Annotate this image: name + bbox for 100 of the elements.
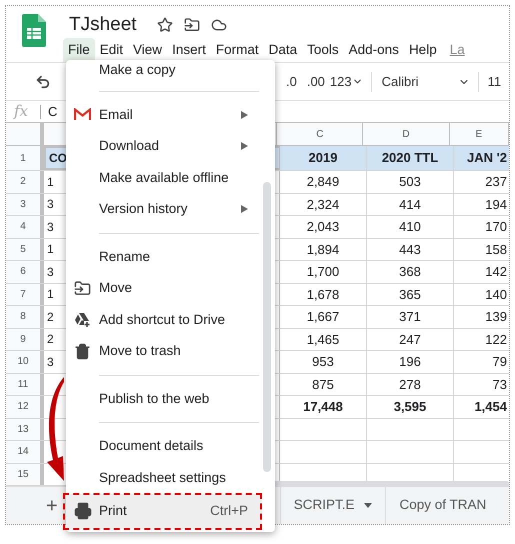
menu-bar-item[interactable]: Insert xyxy=(167,38,211,62)
column-header[interactable]: C xyxy=(277,123,364,145)
table-cell-text: 139 xyxy=(485,308,507,326)
row-number[interactable]: 2 xyxy=(6,171,44,192)
menu-bar-item[interactable]: View xyxy=(128,38,168,62)
increase-decimal-button[interactable]: .00 xyxy=(306,75,325,88)
table-cell-text: 1 xyxy=(46,241,54,258)
table-cell-text: 2019 xyxy=(308,149,338,168)
font-dropdown[interactable]: Calibri xyxy=(382,72,470,92)
menu-scrollbar[interactable] xyxy=(263,182,271,472)
number-format-button[interactable]: 123 xyxy=(330,72,363,92)
menu-item[interactable]: Make available offline xyxy=(66,162,262,194)
menu-item[interactable]: Publish to the web xyxy=(66,383,262,414)
table-cell-text: 953 xyxy=(312,353,334,371)
menu-bar-item[interactable]: Data xyxy=(264,38,302,62)
menu-bar-item[interactable]: Edit xyxy=(94,38,128,62)
row-number[interactable]: 1 xyxy=(6,146,44,170)
table-cell-text: 443 xyxy=(399,240,421,258)
row-number[interactable]: 9 xyxy=(6,328,44,350)
table-cell-text: 278 xyxy=(399,376,421,394)
submenu-arrow-icon xyxy=(241,110,248,119)
row-number[interactable]: 15 xyxy=(6,464,44,485)
table-cell-text: JAN '2 xyxy=(467,149,507,168)
table-cell-text: 237 xyxy=(485,173,507,191)
row-number[interactable]: 11 xyxy=(6,374,44,395)
menu-item[interactable]: Move to trash xyxy=(66,336,262,367)
menu-item[interactable]: Add shortcut to Drive xyxy=(66,304,262,336)
font-size-field[interactable]: 11 xyxy=(488,72,502,92)
table-cell-text: 196 xyxy=(399,353,421,371)
menu-item[interactable]: Download xyxy=(66,130,262,162)
menu-bar-item[interactable]: Format xyxy=(210,38,264,62)
table-cell-text: 2,849 xyxy=(306,173,340,191)
row-number[interactable]: 4 xyxy=(6,216,44,238)
row-number[interactable]: 3 xyxy=(6,194,44,215)
menu-item[interactable]: Print Ctrl+P xyxy=(66,494,262,528)
menu-item[interactable]: Email xyxy=(66,99,262,130)
table-cell-text: 2 xyxy=(46,308,54,326)
menu-item[interactable]: Move xyxy=(66,272,262,304)
sheet-tab[interactable]: Copy of TRAN xyxy=(385,487,500,524)
table-cell-text: 368 xyxy=(399,263,421,281)
decrease-decimal-button[interactable]: .0 xyxy=(286,75,297,88)
row-number[interactable]: 6 xyxy=(6,261,44,282)
table-cell-text: 170 xyxy=(485,218,507,236)
document-title[interactable]: TJsheet xyxy=(69,15,137,34)
table-cell-text: 1,454 xyxy=(474,398,507,416)
column-header[interactable]: E xyxy=(450,123,509,145)
table-cell-text: 17,448 xyxy=(303,398,343,416)
formula-field[interactable]: C xyxy=(48,102,58,122)
sheet-tab[interactable]: SCRIPT.E xyxy=(280,487,386,524)
table-cell-text: 142 xyxy=(485,263,507,281)
menu-item[interactable]: Spreadsheet settings xyxy=(66,462,262,494)
formula-label: fx xyxy=(14,101,28,122)
table-cell-text: 1,465 xyxy=(306,330,340,348)
sheets-logo-icon xyxy=(22,14,46,47)
table-cell-text: 875 xyxy=(312,376,334,394)
menu-bar-item[interactable]: Tools xyxy=(302,38,344,62)
table-cell-text: 2020 TTL xyxy=(382,149,438,168)
caret-icon xyxy=(364,503,372,508)
menu-item[interactable]: Version history xyxy=(66,194,262,225)
table-cell-text: 3 xyxy=(46,354,54,371)
table-cell-text: 2,324 xyxy=(306,196,340,214)
column-header[interactable]: D xyxy=(363,123,450,145)
table-cell-text: 1,667 xyxy=(306,308,340,326)
table-cell-text: 3,595 xyxy=(394,398,426,416)
table-cell-text: 1 xyxy=(46,286,54,304)
table-cell-text: 1,894 xyxy=(306,240,340,258)
row-number[interactable]: 5 xyxy=(6,238,44,260)
mail-icon xyxy=(74,108,91,122)
row-number[interactable]: 14 xyxy=(6,441,44,462)
menu-bar-item[interactable]: File xyxy=(63,38,95,62)
submenu-arrow-icon xyxy=(241,142,248,150)
table-cell-text: 371 xyxy=(399,308,421,326)
table-cell-text: 410 xyxy=(399,218,421,236)
add-sheet-button[interactable]: + xyxy=(46,496,58,516)
cloud-icon[interactable] xyxy=(210,16,227,32)
menu-bar-item[interactable]: Add-ons xyxy=(344,38,404,62)
table-cell-text: 122 xyxy=(485,330,507,348)
table-cell-text: 365 xyxy=(399,286,421,304)
table-cell-text: 73 xyxy=(492,376,507,394)
submenu-arrow-icon xyxy=(241,205,248,214)
row-number[interactable]: 8 xyxy=(6,306,44,328)
table-cell-text: 2,043 xyxy=(306,218,340,236)
table-cell-text: 140 xyxy=(485,286,507,304)
table-cell-text: 247 xyxy=(399,330,421,348)
folder-move-icon xyxy=(74,280,91,297)
menu-bar-item[interactable]: Help xyxy=(404,38,442,62)
menu-item[interactable]: Document details xyxy=(66,430,262,462)
row-number[interactable]: 13 xyxy=(6,418,44,440)
table-cell-text: 79 xyxy=(492,353,507,371)
last-edit-link[interactable]: La xyxy=(450,40,465,60)
star-icon[interactable] xyxy=(156,16,173,32)
table-cell-text: 3 xyxy=(46,196,54,214)
row-number[interactable]: 12 xyxy=(6,396,44,418)
menu-item[interactable]: Rename xyxy=(66,241,262,272)
undo-icon[interactable] xyxy=(35,74,51,90)
folder-move-icon[interactable] xyxy=(184,16,200,32)
row-number[interactable]: 7 xyxy=(6,284,44,305)
menu-item[interactable]: Make a copy xyxy=(66,60,262,83)
table-cell-text: 1,700 xyxy=(306,263,340,281)
row-number[interactable]: 10 xyxy=(6,351,44,372)
